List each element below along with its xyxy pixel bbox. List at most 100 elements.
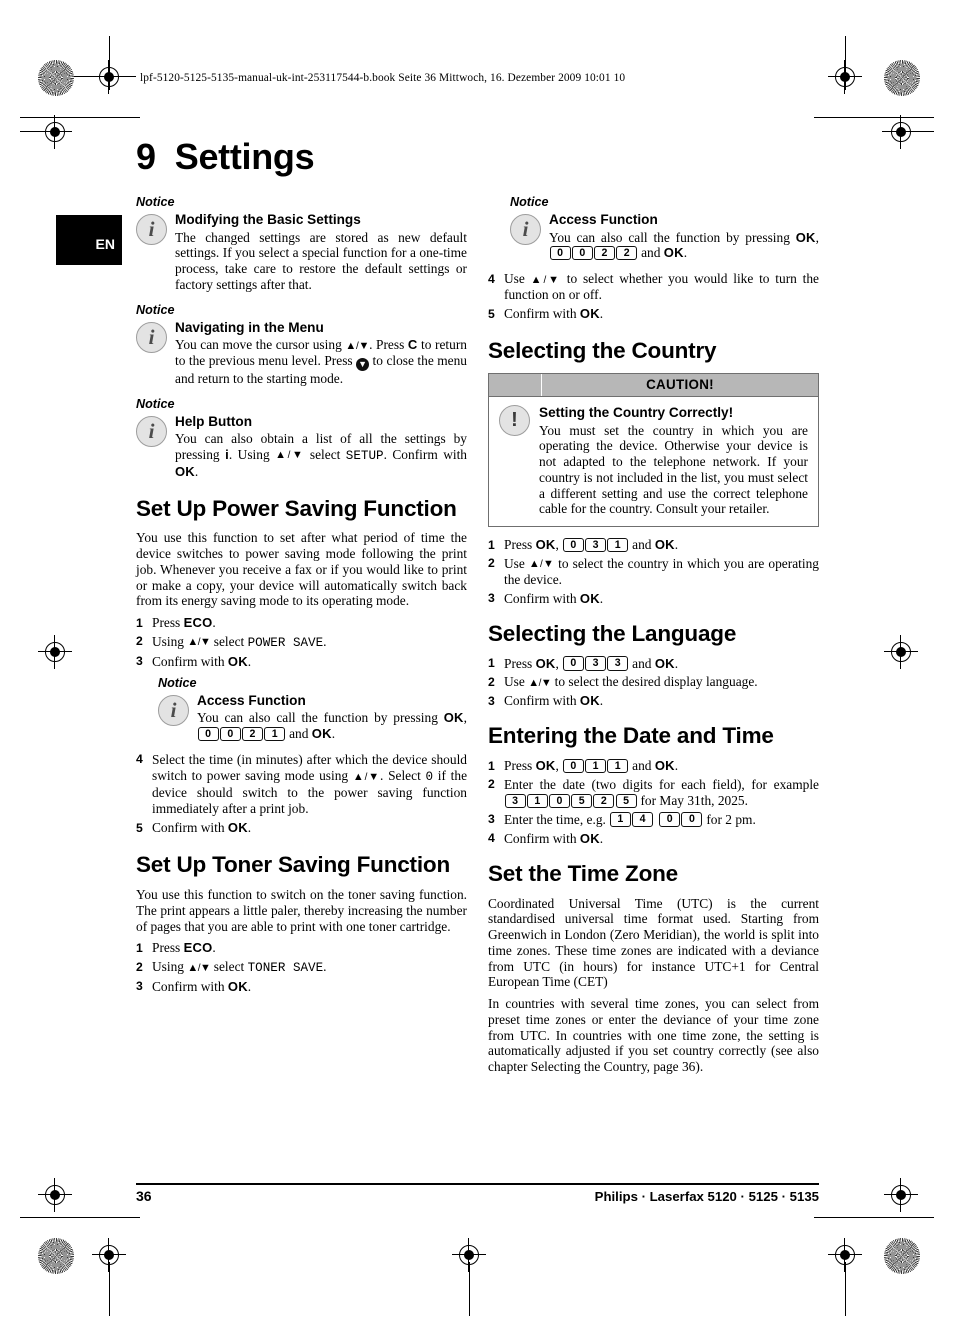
list-item: 2 Use ▲/▼ to select the desired display l… (488, 674, 819, 690)
text-fragment: . (323, 959, 327, 975)
step-text: Press OK, 033 and OK. (504, 656, 819, 672)
key-ok-label: OK (654, 655, 675, 671)
step-number: 1 (136, 940, 143, 955)
keycode-digit: 2 (593, 793, 615, 809)
text-fragment: You can move the cursor using (175, 337, 346, 353)
up-down-arrows-icon: ▲/▼ (528, 558, 555, 571)
notice-title: Modifying the Basic Settings (175, 212, 361, 227)
notice-text: You can also call the function by pressi… (549, 230, 819, 262)
list-item: 1 Press OK, 031 and OK. (488, 537, 819, 553)
text-fragment: Confirm with (504, 830, 580, 846)
key-eco-label: ECO (183, 940, 213, 956)
keycode-digit: 2 (593, 245, 615, 261)
text-fragment: . (247, 978, 252, 994)
key-eco-label: ECO (183, 615, 213, 631)
step-number: 3 (488, 693, 495, 708)
heading-selecting-language: Selecting the Language (488, 620, 737, 646)
info-icon: i (136, 214, 167, 245)
paragraph-power-saving-intro: You use this function to set after what … (136, 530, 467, 609)
step-text: Press OK, 031 and OK. (504, 537, 819, 553)
caution-body: ! Setting the Country Correctly! You mus… (489, 397, 818, 526)
text-fragment: Confirm with (152, 978, 228, 994)
notice-text: The changed settings are stored as new d… (175, 229, 467, 292)
text-fragment: . (331, 726, 336, 742)
text-fragment: You can also call the function by pressi… (549, 229, 796, 245)
keycode-digit: 0 (219, 726, 241, 742)
keycode-sequence-minute: 00 (659, 812, 703, 827)
key-ok-label: OK (579, 590, 600, 606)
step-number: 5 (488, 306, 495, 321)
list-item: 2 Enter the date (two digits for each fie… (488, 777, 819, 809)
notice-title: Access Function (549, 212, 658, 227)
step-number: 2 (488, 556, 495, 571)
key-ok-label: OK (579, 693, 600, 709)
crop-line-top-left-v (109, 36, 111, 90)
key-ok-label: OK (175, 463, 195, 479)
text-fragment: , (463, 710, 467, 726)
keycode-digit: 4 (632, 812, 654, 827)
text-fragment: You can also call the function by pressi… (197, 710, 444, 726)
heading-set-time-zone: Set the Time Zone (488, 860, 678, 886)
step-text: Confirm with OK. (504, 306, 819, 322)
crop-mark-middle-right (884, 635, 918, 669)
paragraph-time-zone-2: In countries with several time zones, yo… (488, 996, 819, 1074)
text-fragment: . (323, 633, 327, 649)
keycode-digit: 1 (526, 793, 548, 809)
notice-modifying-basic-settings: Notice i Modifying the Basic Settings Th… (136, 195, 467, 293)
heading-toner-saving: Set Up Toner Saving Function (136, 852, 450, 878)
text-fragment: . (674, 758, 679, 774)
step-number: 3 (136, 654, 143, 668)
keycode-digit: 5 (615, 793, 637, 809)
notice-access-function-toner-saving: Notice i Access Function You can also ca… (510, 195, 819, 261)
text-fragment: Press (152, 615, 184, 631)
registration-star-top-right (884, 60, 920, 96)
text-fragment: and (637, 245, 664, 261)
info-icon: i (158, 694, 189, 726)
menu-item-power-save: POWER SAVE (247, 635, 324, 650)
key-ok-label: OK (663, 245, 684, 261)
notice-label: Notice (136, 195, 175, 209)
step-number: 3 (136, 979, 143, 994)
crop-line-bottom-center-v (469, 1262, 471, 1316)
list-item: 1 Press ECO. (136, 615, 467, 631)
chapter-title: Settings (174, 136, 315, 177)
step-text: Confirm with OK. (152, 979, 467, 995)
list-item: 1 Press OK, 011 and OK. (488, 758, 819, 774)
step-text: Using ▲/▼ select POWER SAVE. (152, 634, 467, 651)
keycode-sequence: 0021 (197, 726, 286, 742)
caution-box-country: CAUTION! ! Setting the Country Correctly… (488, 373, 819, 528)
crop-mark-lower-left (38, 1178, 72, 1212)
steps-date-time: 1 Press OK, 011 and OK. 2 Enter the date (… (488, 758, 819, 847)
caution-label: CAUTION! (646, 377, 714, 392)
keycode-sequence: 033 (562, 656, 629, 671)
step-text: Confirm with OK. (504, 591, 819, 607)
notice-title: Access Function (197, 692, 306, 708)
text-fragment: . Press (369, 337, 408, 353)
paragraph-toner-saving-intro: You use this function to switch on the t… (136, 887, 467, 934)
key-ok-label: OK (535, 655, 556, 671)
list-item: 4 Use ▲/▼ to select whether you would lik… (488, 271, 819, 303)
right-column: Notice i Access Function You can also ca… (488, 193, 819, 1081)
text-fragment: . (599, 830, 604, 846)
text-fragment: . (599, 306, 604, 322)
text-fragment: Confirm with (504, 306, 580, 322)
info-icon: i (136, 415, 167, 447)
text-fragment: . Select (380, 768, 426, 784)
text-fragment: select (304, 446, 346, 462)
list-item: 2 Using ▲/▼ select TONER SAVE. (136, 959, 467, 976)
key-ok-label: OK (227, 653, 248, 669)
keycode-digit: 0 (549, 245, 571, 261)
up-down-arrows-icon: ▲/▼ (345, 339, 370, 352)
caution-title: Setting the Country Correctly! (539, 405, 734, 420)
text-fragment: Enter the date (two digits for each fiel… (504, 776, 819, 792)
step-number: 1 (488, 537, 495, 552)
text-fragment: select (210, 959, 248, 975)
step-text: Press OK, 011 and OK. (504, 758, 819, 774)
list-item: 3 Enter the time, e.g. 1400 for 2 pm. (488, 812, 819, 828)
page-title: 9 Settings (136, 136, 315, 178)
caution-text: You must set the country in which you ar… (539, 422, 808, 517)
text-fragment: . (599, 590, 604, 606)
up-down-arrows-icon: ▲/▼ (275, 449, 305, 462)
key-ok-label: OK (227, 978, 248, 994)
key-ok-label: OK (535, 537, 556, 553)
